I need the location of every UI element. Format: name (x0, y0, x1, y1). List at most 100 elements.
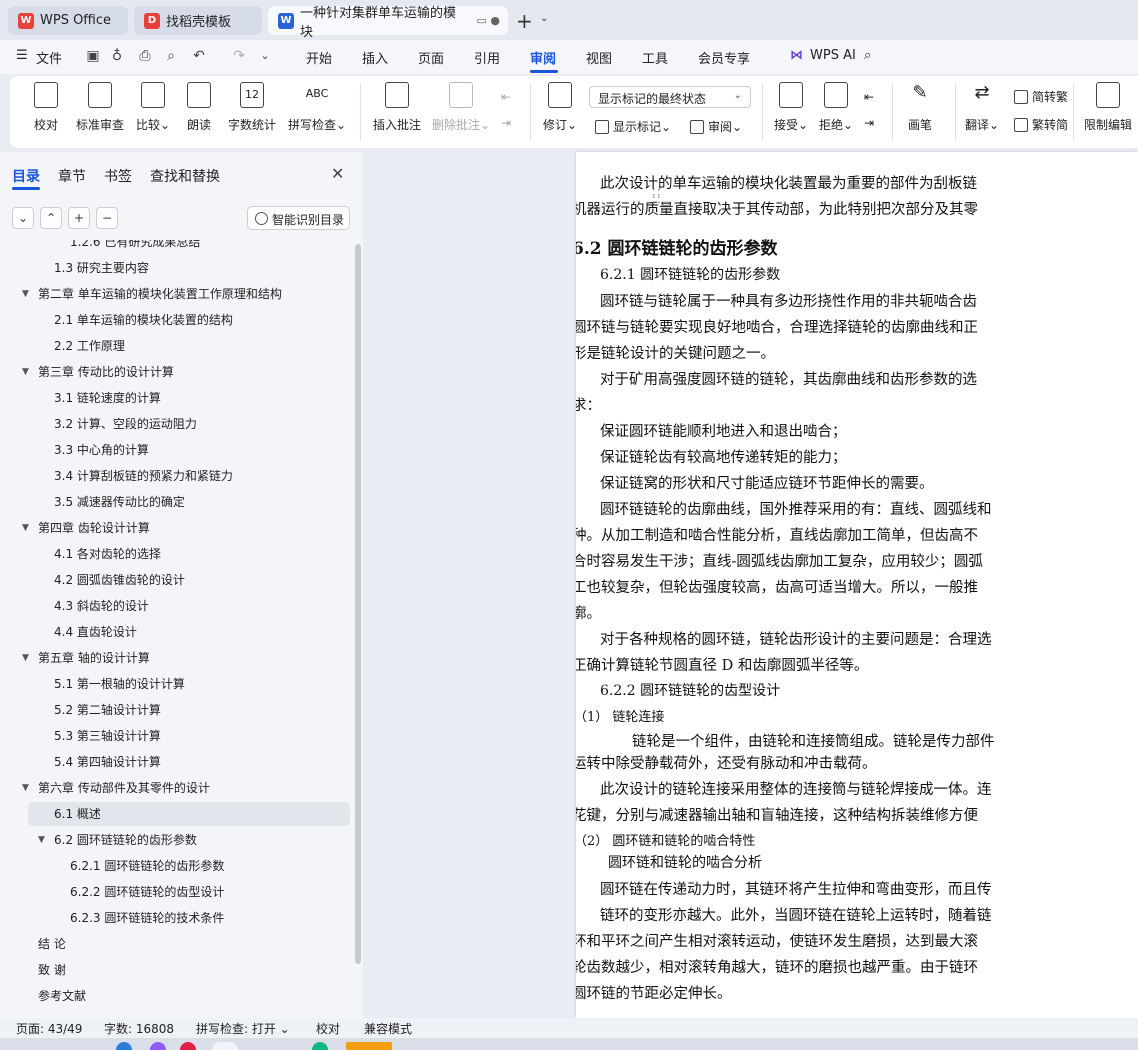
next-comment-icon[interactable]: ⇥ (501, 116, 511, 130)
insert-comment-button[interactable]: 插入批注 (373, 82, 421, 133)
tab-find-replace[interactable]: 查找和替换 (150, 166, 220, 186)
compare-button[interactable]: 比较⌄ (136, 82, 170, 133)
toc-item[interactable]: 6.2.3 圆环链链轮的技术条件 (70, 906, 224, 930)
new-tab-icon[interactable]: + (516, 9, 533, 33)
tab-docer-templates[interactable]: D 找稻壳模板 (134, 6, 262, 35)
menu-member[interactable]: 会员专享 (698, 48, 750, 67)
toc-item[interactable]: 4.4 直齿轮设计 (54, 620, 137, 644)
redo-icon[interactable]: ↷ (230, 47, 248, 65)
word-count-indicator[interactable]: 字数: 16808 (104, 1020, 174, 1037)
toc-item[interactable]: 5.4 第四轴设计计算 (54, 750, 161, 774)
spell-check-indicator[interactable]: 拼写检查: 打开 ⌄ (196, 1020, 290, 1037)
toc-item[interactable]: 1.2.6 已有研究成果总结 (70, 240, 200, 254)
taskbar-app-icon[interactable] (116, 1042, 132, 1050)
toc-item[interactable]: ▼ 第三章 传动比的设计计算 (22, 360, 174, 384)
expand-arrow-icon[interactable]: ▼ (22, 516, 29, 540)
delete-comment-button[interactable]: 删除批注⌄ (432, 82, 490, 133)
toc-item[interactable]: 5.2 第二轴设计计算 (54, 698, 161, 722)
toc-item[interactable]: ▼ 第四章 齿轮设计计算 (22, 516, 150, 540)
toc-item[interactable]: 2.2 工作原理 (54, 334, 125, 358)
read-aloud-button[interactable]: 朗读 (187, 82, 211, 133)
toc-item[interactable]: ▼ 第五章 轴的设计计算 (22, 646, 150, 670)
previous-change-icon[interactable]: ⇤ (864, 90, 874, 104)
review-pane-button[interactable]: 审阅 ⌄ (690, 118, 742, 135)
document-page[interactable]: 此次设计的单车运输的模块化装置最为重要的部件为刮板链 机器运行的质量直接取决于其传… (576, 152, 1138, 1018)
search-icon[interactable]: ⌕ (864, 48, 871, 63)
taskbar-app-icon[interactable] (150, 1042, 166, 1050)
previous-comment-icon[interactable]: ⇤ (501, 90, 511, 104)
ink-button[interactable]: ✎ 画笔 (908, 82, 932, 133)
print-icon[interactable]: ⎙ (136, 47, 154, 65)
tab-chapters[interactable]: 章节 (58, 166, 86, 186)
expand-arrow-icon[interactable]: ▼ (22, 360, 29, 384)
toc-item[interactable]: ▼ 第六章 传动部件及其零件的设计 (22, 776, 210, 800)
add-heading-button[interactable]: + (68, 207, 90, 229)
toc-item[interactable]: 2.1 单车运输的模块化装置的结构 (54, 308, 233, 332)
more-chevron-icon[interactable]: ⌄ (256, 47, 274, 65)
toc-item[interactable]: 致 谢 (38, 958, 66, 982)
expand-up-button[interactable]: ⌃ (40, 207, 62, 229)
proofread-button[interactable]: 校对 (34, 82, 58, 133)
toc-item[interactable]: 4.1 各对齿轮的选择 (54, 542, 161, 566)
to-traditional-button[interactable]: 简转繁 (1014, 88, 1068, 105)
translate-button[interactable]: ⇄ 翻译⌄ (965, 82, 999, 133)
toc-item[interactable]: ▼ 6.2 圆环链链轮的齿形参数 (38, 828, 197, 852)
save-icon[interactable]: ▣ (84, 47, 102, 65)
to-simplified-button[interactable]: 繁转简 (1014, 116, 1068, 133)
cloud-icon[interactable]: ♁ (108, 47, 126, 65)
toc-item[interactable]: ▼ 第二章 单车运输的模块化装置工作原理和结构 (22, 282, 282, 306)
toc-item[interactable]: 4.3 斜齿轮的设计 (54, 594, 149, 618)
taskbar-app-icon[interactable] (180, 1042, 196, 1050)
close-icon[interactable]: ✕ (331, 164, 344, 183)
toc-item[interactable]: 5.1 第一根轴的设计计算 (54, 672, 185, 696)
tab-wps-office[interactable]: W WPS Office (8, 6, 128, 35)
expand-arrow-icon[interactable]: ▼ (38, 828, 45, 852)
reject-button[interactable]: 拒绝⌄ (819, 82, 853, 133)
menu-tools[interactable]: 工具 (642, 48, 668, 67)
expand-arrow-icon[interactable]: ▼ (22, 282, 29, 306)
menu-references[interactable]: 引用 (474, 48, 500, 67)
remove-heading-button[interactable]: − (96, 207, 118, 229)
tab-close-icon[interactable]: ▭ ● (477, 14, 501, 27)
toc-item[interactable]: 1.3 研究主要内容 (54, 256, 149, 280)
tab-bookmarks[interactable]: 书签 (104, 166, 132, 186)
scrollbar-thumb[interactable] (355, 244, 361, 964)
toc-item[interactable]: 3.3 中心角的计算 (54, 438, 149, 462)
taskbar-app-icon[interactable] (346, 1042, 392, 1050)
chevron-down-icon[interactable]: ⌄ (540, 13, 548, 24)
hamburger-icon[interactable]: ☰ (16, 48, 28, 63)
smart-toc-button[interactable]: 智能识别目录 (247, 206, 350, 230)
toc-item[interactable]: 4.2 圆弧齿锥齿轮的设计 (54, 568, 185, 592)
menu-review[interactable]: 审阅 (530, 48, 556, 67)
toc-item[interactable]: 6.2.1 圆环链链轮的齿形参数 (70, 854, 224, 878)
toc-item[interactable]: 6.2.2 圆环链链轮的齿型设计 (70, 880, 224, 904)
toc-item[interactable]: 3.4 计算刮板链的预紧力和紧链力 (54, 464, 233, 488)
toc-item[interactable]: 3.5 减速器传动比的确定 (54, 490, 185, 514)
display-markup-select[interactable]: 显示标记的最终状态 ⌄ (589, 86, 751, 108)
collapse-all-button[interactable]: ⌄ (12, 207, 34, 229)
spell-check-button[interactable]: ABC 拼写检查⌄ (288, 82, 346, 133)
proof-indicator[interactable]: 校对 (316, 1020, 340, 1037)
track-changes-button[interactable]: 修订⌄ (543, 82, 577, 133)
toc-scrollbar[interactable] (355, 244, 361, 1014)
taskbar-app-icon[interactable] (212, 1042, 238, 1050)
toc-item[interactable]: 结 论 (38, 932, 66, 956)
undo-icon[interactable]: ↶ (190, 47, 208, 65)
expand-arrow-icon[interactable]: ▼ (22, 776, 29, 800)
word-count-button[interactable]: 12 字数统计 (228, 82, 276, 133)
drag-handle-icon[interactable]: ⁚⁚ ⁚⁚ (652, 188, 662, 205)
expand-arrow-icon[interactable]: ▼ (22, 646, 29, 670)
menu-insert[interactable]: 插入 (362, 48, 388, 67)
toc-item[interactable]: 6.1 概述 (54, 802, 101, 826)
menu-wps-ai[interactable]: WPS AI (810, 48, 856, 63)
standard-review-button[interactable]: 标准审查 (76, 82, 124, 133)
toc-item[interactable]: 3.1 链轮速度的计算 (54, 386, 161, 410)
print-preview-icon[interactable]: ⌕ (162, 47, 180, 65)
toc-item[interactable]: 5.3 第三轴设计计算 (54, 724, 161, 748)
page-indicator[interactable]: 页面: 43/49 (16, 1020, 82, 1037)
restrict-edit-button[interactable]: 限制编辑 (1084, 82, 1132, 133)
next-change-icon[interactable]: ⇥ (864, 116, 874, 130)
toc-item[interactable]: 3.2 计算、空段的运动阻力 (54, 412, 197, 436)
tab-document[interactable]: W 一种针对集群单车运输的模块 ▭ ● (268, 6, 508, 40)
tab-toc[interactable]: 目录 (12, 166, 40, 186)
